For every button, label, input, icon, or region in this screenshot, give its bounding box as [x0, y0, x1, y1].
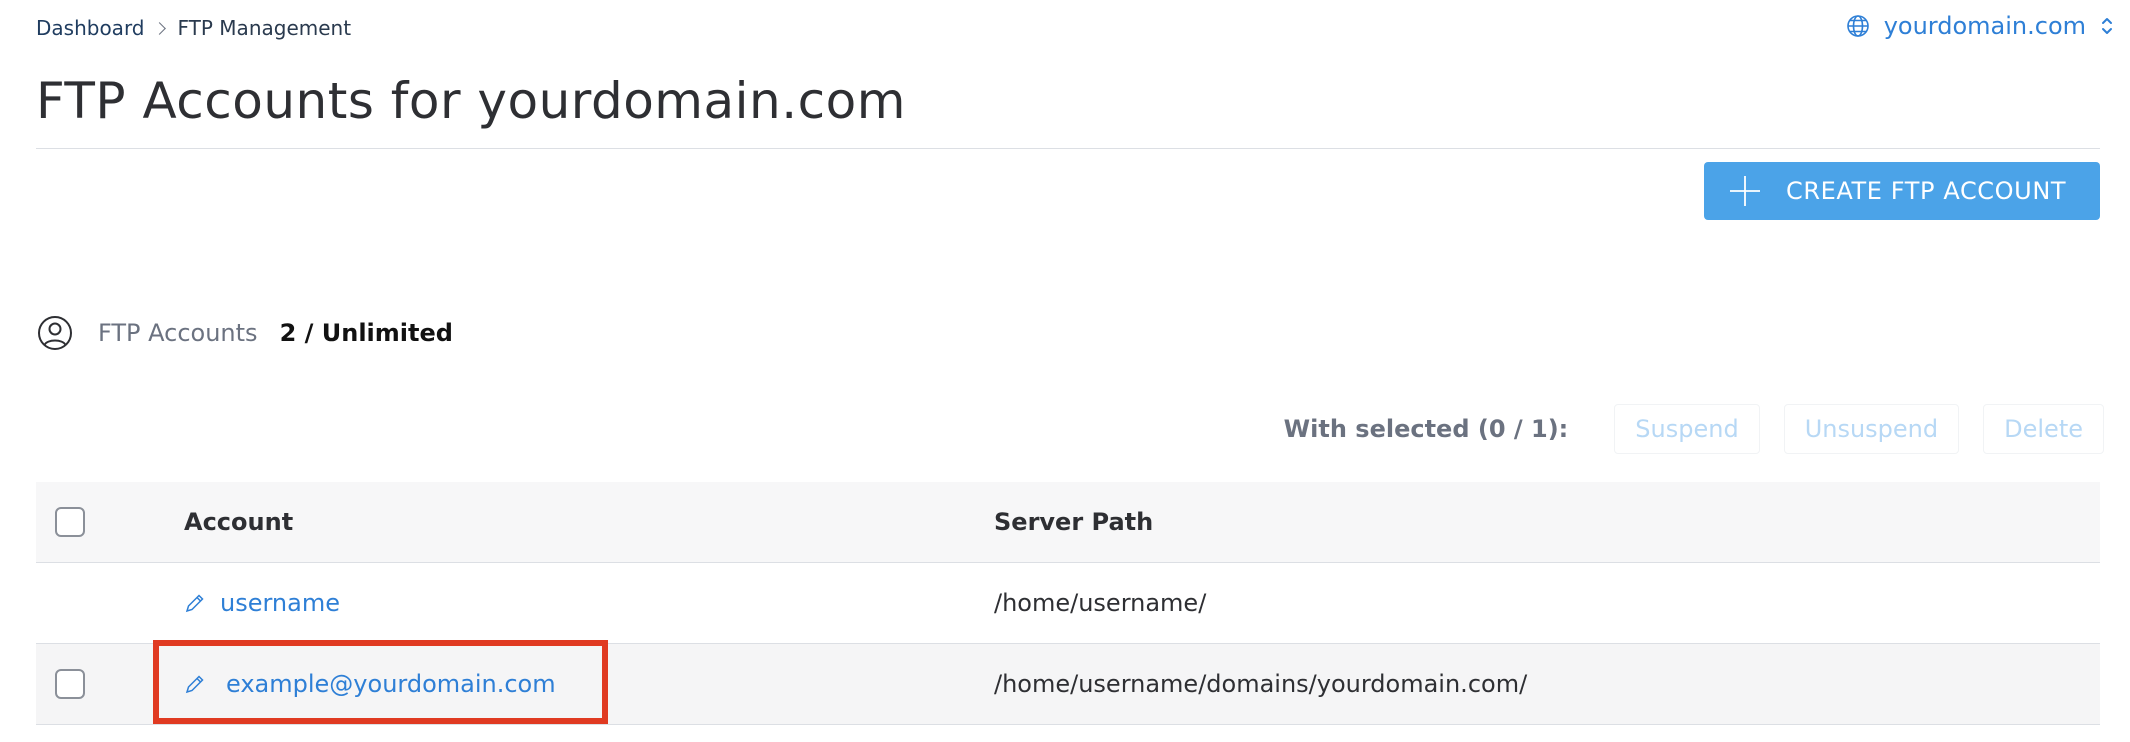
pencil-icon	[185, 675, 204, 694]
unsuspend-button[interactable]: Unsuspend	[1783, 404, 1960, 454]
globe-icon	[1846, 15, 1869, 37]
account-name: example@yourdomain.com	[226, 670, 556, 698]
breadcrumb-dashboard-link[interactable]: Dashboard	[36, 16, 145, 40]
account-link[interactable]: example@yourdomain.com	[184, 670, 556, 698]
usage-value: 2 / Unlimited	[279, 319, 453, 347]
column-header-server-path[interactable]: Server Path	[994, 508, 2100, 536]
account-link[interactable]: username	[184, 589, 340, 617]
bulk-selected-label: With selected (0 / 1):	[1283, 415, 1569, 443]
usage-label: FTP Accounts	[98, 319, 258, 347]
ftp-accounts-table: Account Server Path username /home/usern…	[36, 482, 2100, 725]
plus-icon	[1730, 176, 1760, 206]
delete-button[interactable]: Delete	[1983, 404, 2104, 454]
account-cell: username	[184, 589, 994, 617]
account-name: username	[220, 589, 340, 617]
create-ftp-account-label: CREATE FTP ACCOUNT	[1786, 177, 2067, 205]
row-checkbox[interactable]	[55, 669, 85, 699]
bulk-actions: With selected (0 / 1): Suspend Unsuspend…	[1284, 404, 2104, 454]
breadcrumb-current: FTP Management	[177, 16, 352, 40]
account-cell: example@yourdomain.com	[184, 670, 994, 698]
create-ftp-account-button[interactable]: CREATE FTP ACCOUNT	[1704, 162, 2100, 220]
select-all-checkbox[interactable]	[55, 507, 85, 537]
page-title: FTP Accounts for yourdomain.com	[36, 72, 906, 130]
column-header-account[interactable]: Account	[184, 508, 994, 536]
user-circle-icon	[38, 316, 72, 350]
table-row: username /home/username/	[36, 563, 2100, 644]
pencil-icon	[185, 594, 204, 613]
server-path-cell: /home/username/domains/yourdomain.com/	[994, 670, 1528, 698]
table-header-row: Account Server Path	[36, 482, 2100, 563]
ftp-usage: FTP Accounts 2 / Unlimited	[36, 314, 453, 352]
server-path-cell: /home/username/	[994, 589, 1207, 617]
chevron-right-icon	[152, 21, 166, 35]
table-row: example@yourdomain.com /home/username/do…	[36, 644, 2100, 725]
suspend-button[interactable]: Suspend	[1614, 404, 1760, 454]
domain-switcher[interactable]: yourdomain.com	[1846, 12, 2114, 40]
ftp-accounts-page: Dashboard FTP Management yourdomain.com …	[0, 0, 2130, 742]
select-all-cell	[36, 507, 184, 537]
row-check-cell	[36, 669, 184, 699]
title-divider	[36, 148, 2100, 149]
domain-switcher-label: yourdomain.com	[1883, 12, 2086, 40]
chevron-up-down-icon	[2102, 18, 2112, 34]
breadcrumb: Dashboard FTP Management	[36, 16, 351, 40]
